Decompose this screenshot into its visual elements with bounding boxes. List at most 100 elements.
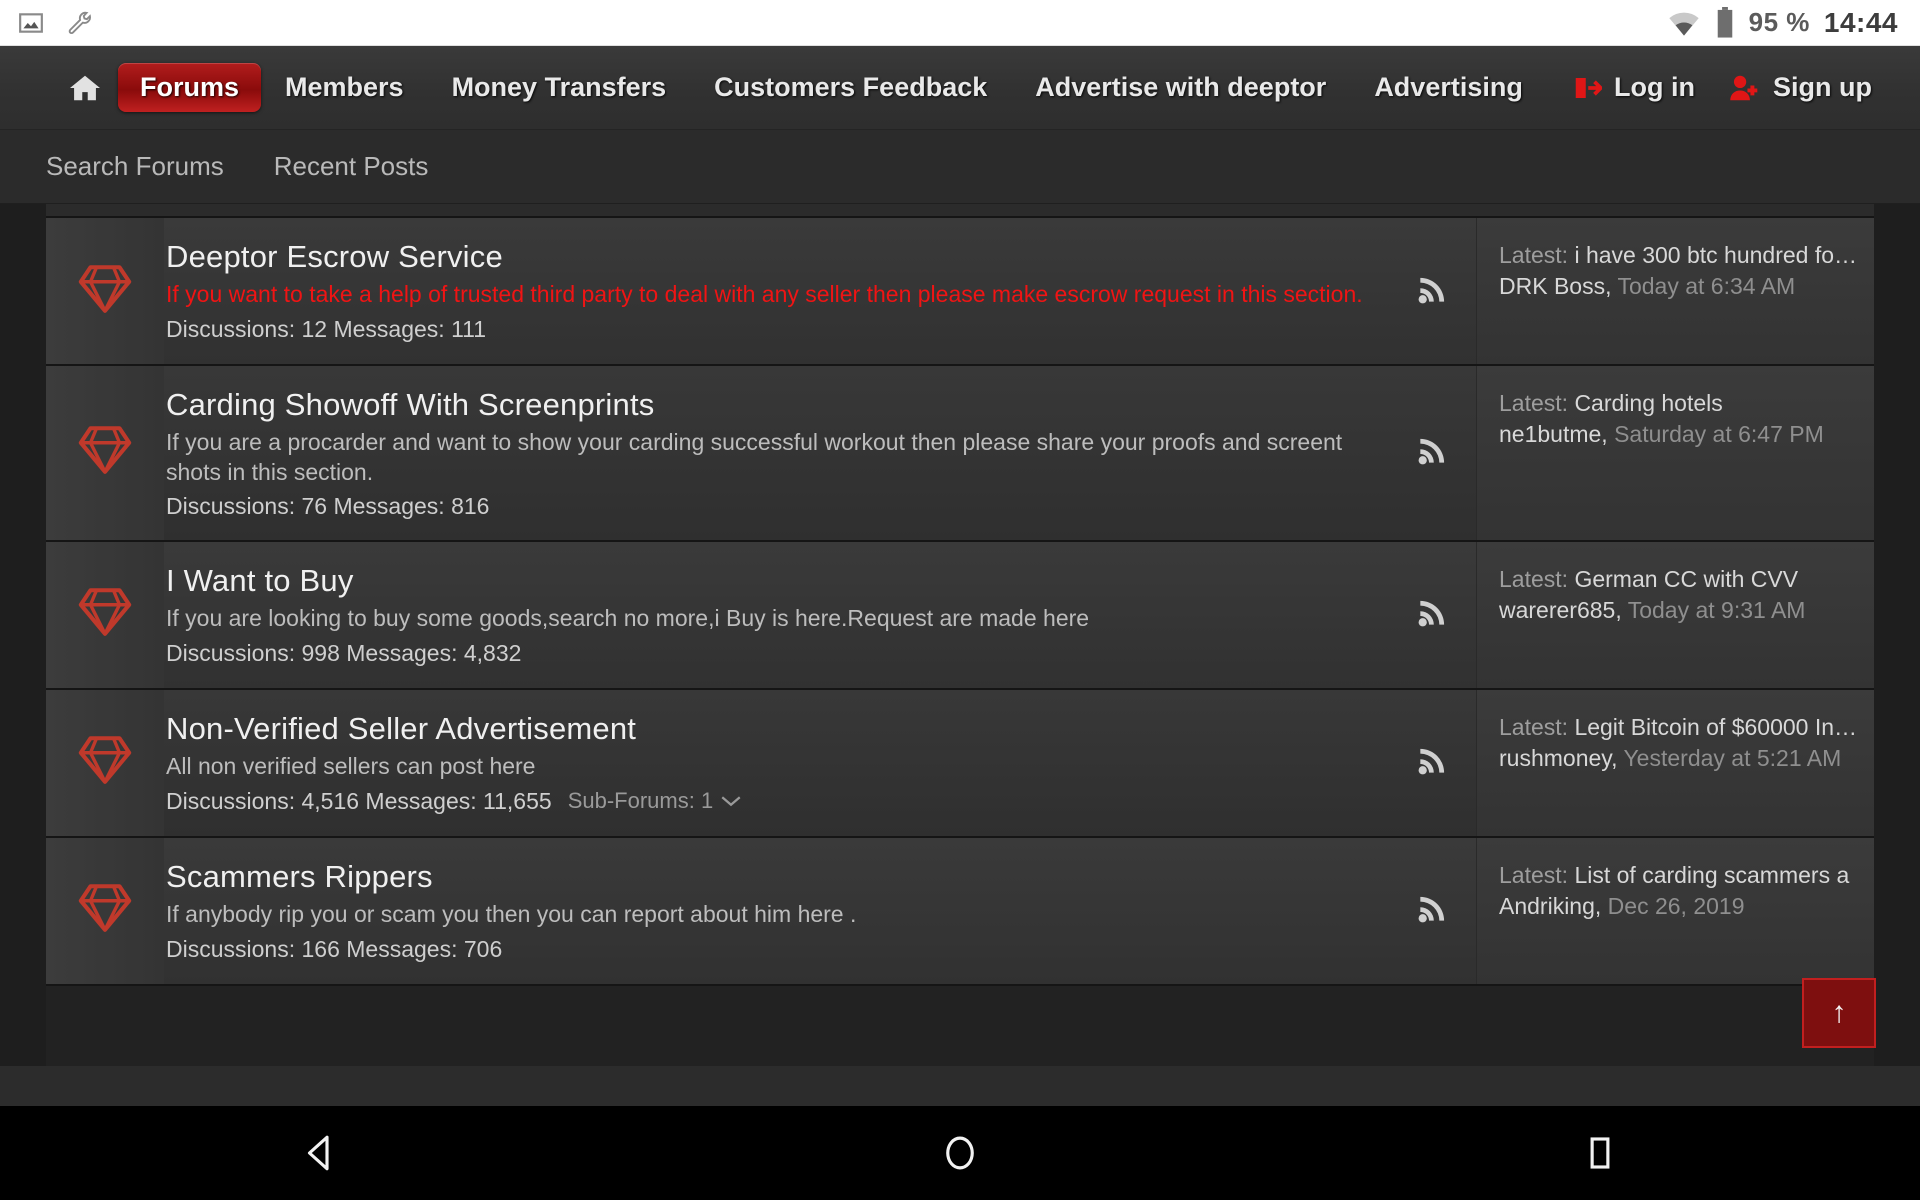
- nav-item-advertising[interactable]: Advertising: [1350, 72, 1547, 103]
- forum-title-link[interactable]: Carding Showoff With Screenprints: [166, 387, 1380, 422]
- forum-info-cell: Deeptor Escrow Service If you want to ta…: [164, 218, 1390, 364]
- latest-post-meta-line: Andriking, Dec 26, 2019: [1499, 893, 1860, 920]
- gem-icon: [74, 421, 136, 484]
- latest-label: Latest:: [1499, 242, 1569, 268]
- forum-info-cell: Scammers Rippers If anybody rip you or s…: [164, 838, 1390, 984]
- latest-post-author[interactable]: warerer685,: [1499, 597, 1622, 623]
- battery-percent: 95 %: [1748, 7, 1810, 37]
- latest-label: Latest:: [1499, 861, 1569, 888]
- scroll-to-top-arrow-icon: ↑: [1831, 996, 1847, 1029]
- rss-icon[interactable]: [1414, 593, 1452, 636]
- image-icon: [18, 10, 44, 36]
- latest-post-meta-line: DRK Boss, Today at 6:34 AM: [1499, 273, 1860, 300]
- latest-post-time: Today at 6:34 AM: [1617, 273, 1796, 299]
- forum-rss-cell[interactable]: [1390, 366, 1476, 540]
- rss-icon[interactable]: [1414, 889, 1452, 932]
- latest-post-author[interactable]: ne1butme,: [1499, 421, 1608, 447]
- rss-icon[interactable]: [1414, 270, 1452, 313]
- latest-post-cell: Latest: German CC with CVV warerer685, T…: [1476, 541, 1874, 688]
- sub-forums-toggle[interactable]: Sub-Forums: 1: [568, 788, 742, 814]
- forum-title-link[interactable]: I Want to Buy: [166, 563, 1380, 598]
- login-button[interactable]: Log in: [1572, 72, 1695, 103]
- latest-post-cell: Latest: List of carding scammers a Andri…: [1476, 837, 1874, 984]
- android-recents-button[interactable]: [1540, 1132, 1660, 1174]
- forum-rss-cell[interactable]: [1390, 838, 1476, 984]
- subnav-item-recent-posts[interactable]: Recent Posts: [266, 151, 437, 182]
- forum-info-cell: Non-Verified Seller Advertisement All no…: [164, 690, 1390, 836]
- latest-post-title-line: Latest: Carding hotels: [1499, 390, 1860, 417]
- latest-post-title-line: Latest: Legit Bitcoin of $60000 Insta…: [1499, 714, 1860, 741]
- forum-row[interactable]: Non-Verified Seller Advertisement All no…: [46, 689, 1874, 838]
- latest-post-title[interactable]: i have 300 btc hundred for w…: [1574, 242, 1860, 268]
- forum-title-link[interactable]: Deeptor Escrow Service: [166, 239, 1380, 274]
- latest-label: Latest:: [1499, 713, 1569, 740]
- forum-stats: Discussions: 166 Messages: 706: [166, 936, 1380, 963]
- android-status-bar: 95 % 14:44: [0, 0, 1920, 46]
- android-back-button[interactable]: [260, 1132, 380, 1174]
- latest-post-title[interactable]: Legit Bitcoin of $60000 Insta…: [1574, 714, 1860, 740]
- nav-item-money-transfers[interactable]: Money Transfers: [428, 72, 691, 103]
- latest-post-title[interactable]: Carding hotels: [1574, 390, 1722, 416]
- latest-post-title[interactable]: List of carding scammers a: [1574, 862, 1849, 888]
- latest-post-title-line: Latest: i have 300 btc hundred for w…: [1499, 242, 1860, 269]
- forum-stats: Discussions: 76 Messages: 816: [166, 493, 1380, 520]
- latest-post-time: Yesterday at 5:21 AM: [1623, 744, 1842, 771]
- latest-post-title-line: Latest: German CC with CVV: [1499, 566, 1860, 593]
- forum-counts: Discussions: 166 Messages: 706: [166, 935, 503, 962]
- android-home-button[interactable]: [900, 1132, 1020, 1174]
- latest-post-cell: Latest: Legit Bitcoin of $60000 Insta… r…: [1476, 689, 1874, 836]
- rss-icon[interactable]: [1414, 741, 1452, 784]
- latest-label: Latest:: [1499, 390, 1569, 416]
- forum-row[interactable]: Carding Showoff With Screenprints If you…: [46, 366, 1874, 542]
- home-icon: [68, 73, 102, 103]
- main-navigation: Forums Members Money Transfers Customers…: [0, 46, 1920, 130]
- latest-post-title[interactable]: German CC with CVV: [1574, 566, 1798, 592]
- forum-title-link[interactable]: Non-Verified Seller Advertisement: [166, 711, 1380, 746]
- latest-post-meta-line: ne1butme, Saturday at 6:47 PM: [1499, 421, 1860, 448]
- login-label: Log in: [1614, 72, 1696, 102]
- gem-icon: [74, 260, 136, 323]
- signup-button[interactable]: Sign up: [1729, 72, 1872, 103]
- latest-post-cell: Latest: i have 300 btc hundred for w… DR…: [1476, 218, 1874, 364]
- forum-description: If you want to take a help of trusted th…: [166, 281, 1363, 308]
- wifi-icon: [1667, 9, 1701, 37]
- nav-item-customers-feedback[interactable]: Customers Feedback: [690, 72, 1011, 103]
- home-circle-icon: [939, 1132, 981, 1174]
- latest-post-author[interactable]: rushmoney,: [1499, 745, 1617, 771]
- forum-title-link[interactable]: Scammers Rippers: [166, 859, 1380, 894]
- signup-label: Sign up: [1773, 72, 1872, 102]
- nav-home-button[interactable]: [60, 73, 118, 103]
- battery-icon: [1715, 6, 1735, 39]
- forum-row[interactable]: Deeptor Escrow Service If you want to ta…: [46, 218, 1874, 366]
- latest-post-meta-line: rushmoney, Yesterday at 5:21 AM: [1499, 745, 1860, 772]
- sign-in-icon: [1572, 74, 1603, 102]
- rss-icon[interactable]: [1414, 431, 1452, 474]
- forum-stats: Discussions: 998 Messages: 4,832: [166, 640, 1380, 667]
- latest-label: Latest:: [1499, 565, 1569, 592]
- nav-item-forums[interactable]: Forums: [118, 63, 262, 112]
- board-left-gutter: [0, 204, 46, 1066]
- recents-square-icon: [1579, 1132, 1621, 1174]
- latest-post-author[interactable]: Andriking,: [1499, 893, 1601, 919]
- subnav-item-search-forums[interactable]: Search Forums: [38, 151, 232, 182]
- forum-icon-cell: [46, 837, 164, 984]
- forum-counts: Discussions: 998 Messages: 4,832: [166, 639, 522, 666]
- auth-actions: Log in Sign up: [1572, 72, 1920, 103]
- forum-rss-cell[interactable]: [1390, 218, 1476, 364]
- board-right-gutter: [1874, 204, 1920, 1066]
- latest-post-author[interactable]: DRK Boss,: [1499, 273, 1611, 299]
- latest-post-meta-line: warerer685, Today at 9:31 AM: [1499, 597, 1860, 624]
- forum-rss-cell[interactable]: [1390, 542, 1476, 688]
- forum-rss-cell[interactable]: [1390, 690, 1476, 836]
- forum-info-cell: Carding Showoff With Screenprints If you…: [164, 366, 1390, 540]
- latest-post-cell: Latest: Carding hotels ne1butme, Saturda…: [1476, 366, 1874, 540]
- latest-post-time: Saturday at 6:47 PM: [1614, 421, 1824, 447]
- forum-row[interactable]: I Want to Buy If you are looking to buy …: [46, 541, 1874, 690]
- nav-item-members[interactable]: Members: [261, 72, 428, 103]
- forum-description: If anybody rip you or scam you then you …: [166, 901, 857, 928]
- forum-description: All non verified sellers can post here: [166, 753, 536, 780]
- forum-row[interactable]: Scammers Rippers If anybody rip you or s…: [46, 837, 1874, 986]
- scroll-to-top-button[interactable]: ↑: [1802, 978, 1876, 1048]
- clock: 14:44: [1823, 6, 1898, 38]
- nav-item-advertise-with-deeptor[interactable]: Advertise with deeptor: [1011, 72, 1350, 103]
